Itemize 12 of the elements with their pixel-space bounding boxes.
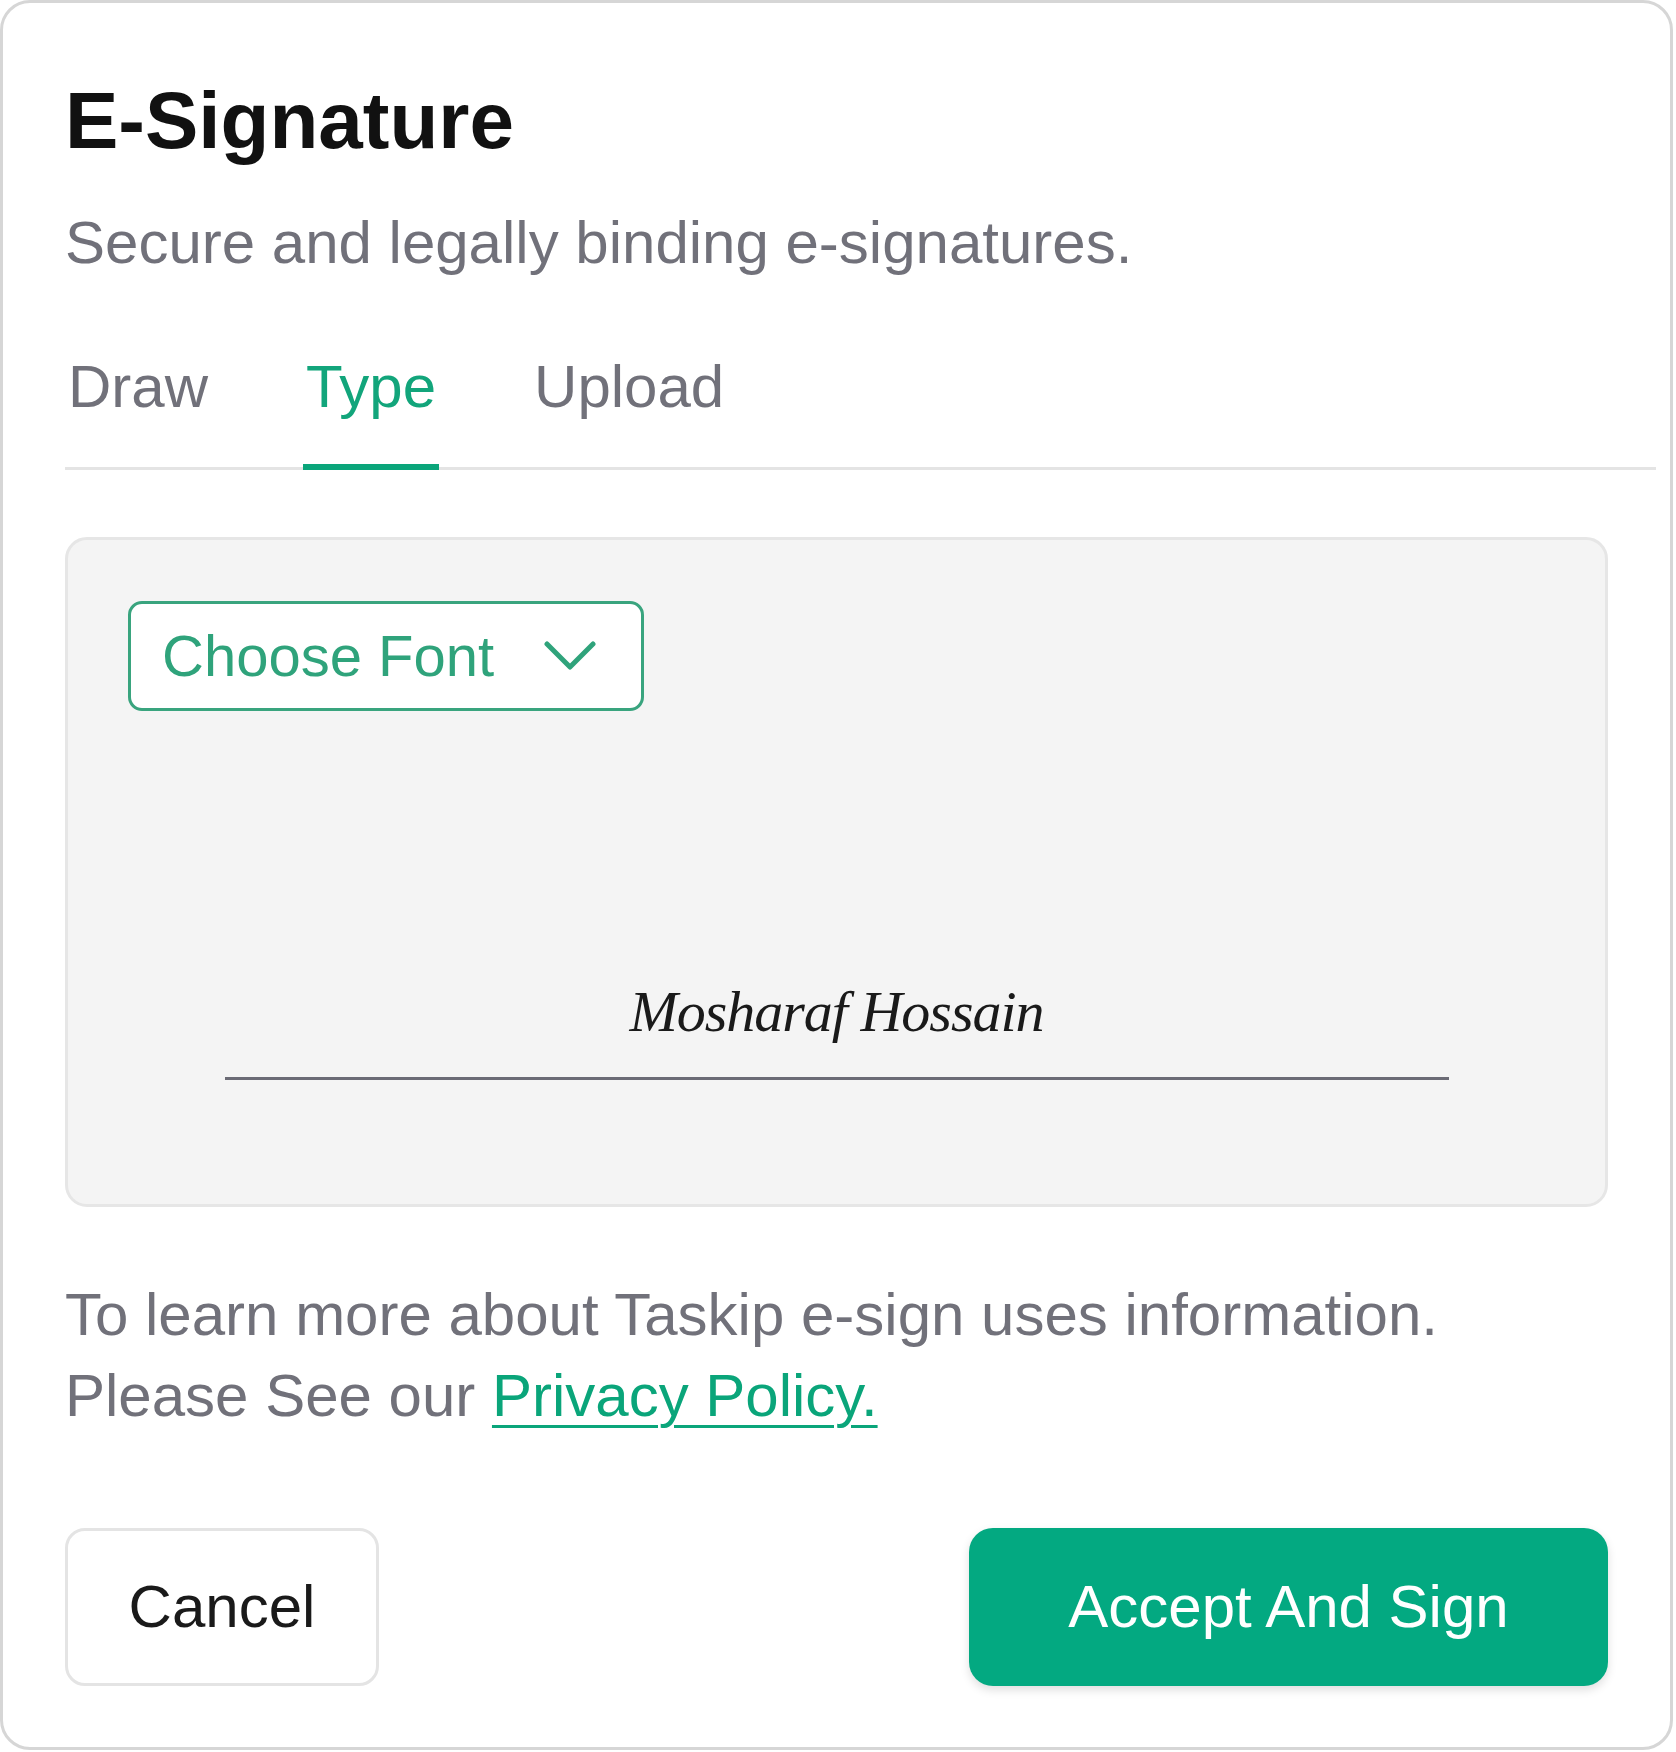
privacy-policy-link[interactable]: Privacy Policy. [491,1362,878,1429]
tab[interactable]: Draw [65,351,211,470]
tab[interactable]: Upload [531,351,728,470]
chevron-down-icon [544,641,597,671]
cancel-button[interactable]: Cancel [65,1528,379,1686]
dialog-title: E-Signature [65,75,515,167]
signature-field[interactable]: Mosharaf Hossain [224,976,1449,1080]
font-dropdown[interactable]: Choose Font [128,601,644,711]
dialog-subtitle: Secure and legally binding e-signatures. [65,208,1134,278]
privacy-note: To learn more about Taskip e-sign uses information. Please See our Privacy Policy. [65,1280,1439,1431]
tab[interactable]: Type [303,351,440,470]
accept-button[interactable]: Accept And Sign [969,1528,1608,1686]
